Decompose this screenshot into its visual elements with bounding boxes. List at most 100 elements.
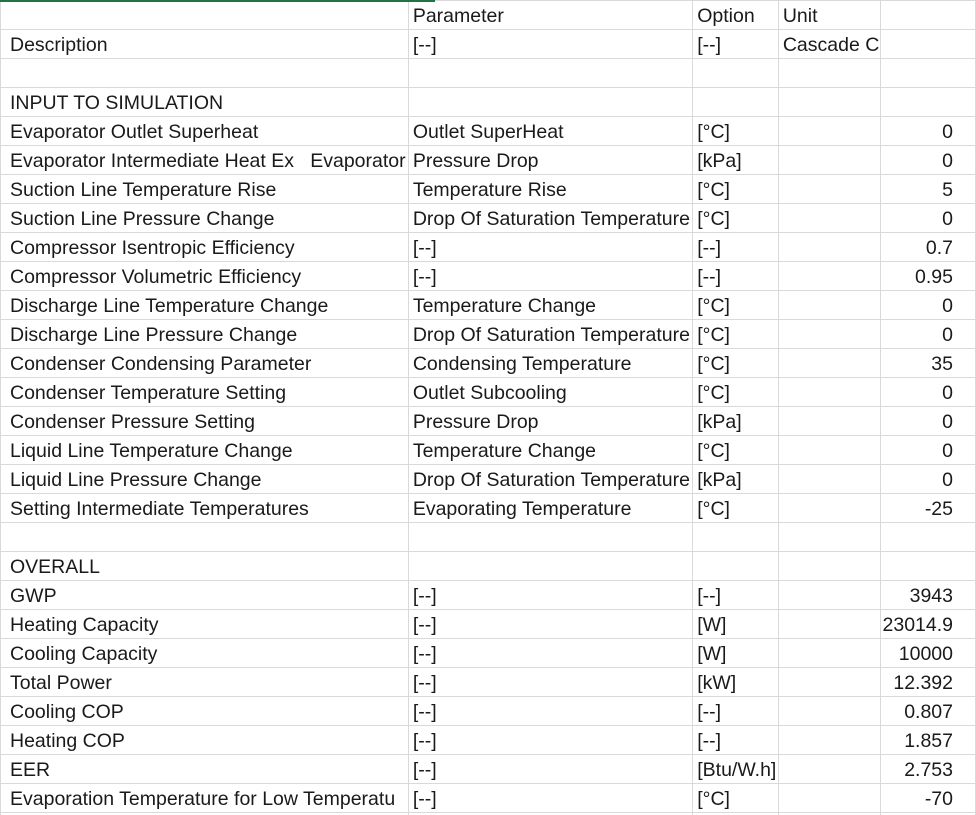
row-option[interactable]: [°C] — [692, 319, 779, 349]
row-description[interactable]: Suction Line Temperature Rise — [0, 174, 409, 204]
row-description[interactable]: Condenser Condensing Parameter — [0, 348, 409, 378]
row-option[interactable]: [kPa] — [692, 406, 779, 436]
row-unit[interactable] — [777, 696, 881, 726]
cell-e[interactable] — [879, 551, 976, 581]
row-value[interactable]: -70 — [879, 783, 976, 813]
row-value[interactable]: 0 — [879, 203, 976, 233]
row-unit[interactable] — [777, 493, 881, 523]
row-value[interactable]: 0.7 — [879, 232, 976, 262]
cell-d[interactable] — [777, 551, 881, 581]
row-description[interactable]: Compressor Isentropic Efficiency — [0, 232, 409, 262]
row-unit[interactable] — [777, 145, 881, 175]
row-option[interactable]: [--] — [692, 696, 779, 726]
row-value[interactable]: 35 — [879, 348, 976, 378]
cell-b[interactable] — [407, 87, 694, 117]
row-description[interactable]: Liquid Line Pressure Change — [0, 464, 409, 494]
row-parameter[interactable]: Pressure Drop — [407, 406, 694, 436]
cell-b[interactable] — [407, 58, 694, 88]
row-description[interactable]: Discharge Line Pressure Change — [0, 319, 409, 349]
row-value[interactable]: 5 — [879, 174, 976, 204]
header-cell-option[interactable]: Option — [692, 0, 779, 30]
row-option[interactable]: [°C] — [692, 116, 779, 146]
row-value[interactable]: 0.95 — [879, 261, 976, 291]
row-unit[interactable] — [777, 319, 881, 349]
row-option[interactable]: [°C] — [692, 174, 779, 204]
row-option[interactable]: [W] — [692, 638, 779, 668]
header-cell-parameter[interactable]: Parameter — [407, 0, 694, 30]
cell-d[interactable] — [777, 87, 881, 117]
row-value[interactable]: 3943 — [879, 580, 976, 610]
row-parameter[interactable]: Temperature Rise — [407, 174, 694, 204]
row-unit[interactable] — [777, 203, 881, 233]
row-value[interactable]: 10000 — [879, 638, 976, 668]
row-option[interactable]: [°C] — [692, 203, 779, 233]
row-description[interactable]: Discharge Line Temperature Change — [0, 290, 409, 320]
row-option[interactable]: [°C] — [692, 377, 779, 407]
row-parameter[interactable]: Outlet SuperHeat — [407, 116, 694, 146]
row-description[interactable]: Condenser Temperature Setting — [0, 377, 409, 407]
cell-e[interactable] — [879, 87, 976, 117]
cell-e[interactable] — [879, 58, 976, 88]
row-unit[interactable] — [777, 667, 881, 697]
row-description[interactable]: Liquid Line Temperature Change — [0, 435, 409, 465]
row-parameter[interactable]: [--] — [407, 725, 694, 755]
row-description[interactable]: Total Power — [0, 667, 409, 697]
row-description[interactable]: Evaporator Outlet Superheat — [0, 116, 409, 146]
row-parameter[interactable]: [--] — [407, 609, 694, 639]
row-option[interactable]: [--] — [692, 232, 779, 262]
row-description[interactable]: Compressor Volumetric Efficiency — [0, 261, 409, 291]
row-unit[interactable] — [777, 261, 881, 291]
row-unit[interactable] — [777, 290, 881, 320]
row-option[interactable]: [°C] — [692, 290, 779, 320]
row-parameter[interactable]: [--] — [407, 667, 694, 697]
row-description[interactable]: GWP — [0, 580, 409, 610]
header-cell-unit[interactable]: Unit — [777, 0, 881, 30]
row-parameter[interactable]: [--] — [407, 754, 694, 784]
row-parameter[interactable]: Drop Of Saturation Temperature — [407, 203, 694, 233]
row-parameter[interactable]: [--] — [407, 638, 694, 668]
row-description[interactable]: Cooling Capacity — [0, 638, 409, 668]
row-parameter[interactable]: [--] — [407, 783, 694, 813]
row-option[interactable]: [--] — [692, 580, 779, 610]
row-parameter[interactable]: Temperature Change — [407, 435, 694, 465]
cell-c[interactable] — [692, 522, 779, 552]
row-parameter[interactable]: [--] — [407, 261, 694, 291]
row-option[interactable]: [kPa] — [692, 464, 779, 494]
row-option[interactable]: [kPa] — [692, 145, 779, 175]
row-unit[interactable] — [777, 377, 881, 407]
row-value[interactable]: -25 — [879, 493, 976, 523]
row-value[interactable]: 0 — [879, 290, 976, 320]
row-description[interactable]: Heating COP — [0, 725, 409, 755]
header-cell-extra[interactable] — [879, 29, 976, 59]
row-unit[interactable] — [777, 783, 881, 813]
row-option[interactable]: [°C] — [692, 435, 779, 465]
section-title[interactable]: OVERALL — [0, 551, 409, 581]
row-option[interactable]: [kW] — [692, 667, 779, 697]
row-unit[interactable] — [777, 638, 881, 668]
row-description[interactable]: Setting Intermediate Temperatures — [0, 493, 409, 523]
row-parameter[interactable]: Pressure Drop — [407, 145, 694, 175]
cell-b[interactable] — [407, 551, 694, 581]
cell-c[interactable] — [692, 551, 779, 581]
cell-a[interactable] — [0, 58, 409, 88]
row-unit[interactable] — [777, 406, 881, 436]
row-description[interactable]: Evaporator Intermediate Heat Ex Evaporat… — [0, 145, 409, 175]
row-parameter[interactable]: Evaporating Temperature — [407, 493, 694, 523]
header-cell-parameter[interactable]: [--] — [407, 29, 694, 59]
row-value[interactable]: 0.807 — [879, 696, 976, 726]
spreadsheet-grid[interactable]: Parameter Option Unit Description [--] [--] Ca… — [0, 0, 976, 815]
row-value[interactable]: 0 — [879, 435, 976, 465]
row-option[interactable]: [°C] — [692, 493, 779, 523]
cell-b[interactable] — [407, 522, 694, 552]
row-value[interactable]: 0 — [879, 377, 976, 407]
row-description[interactable]: Suction Line Pressure Change — [0, 203, 409, 233]
row-description[interactable]: Evaporation Temperature for Low Temperat… — [0, 783, 409, 813]
row-parameter[interactable]: Temperature Change — [407, 290, 694, 320]
row-option[interactable]: [°C] — [692, 348, 779, 378]
section-title[interactable]: INPUT TO SIMULATION — [0, 87, 409, 117]
row-value[interactable]: 0 — [879, 406, 976, 436]
cell-d[interactable] — [777, 522, 881, 552]
header-cell-extra[interactable] — [879, 0, 976, 30]
row-parameter[interactable]: [--] — [407, 696, 694, 726]
row-value[interactable]: 0 — [879, 464, 976, 494]
